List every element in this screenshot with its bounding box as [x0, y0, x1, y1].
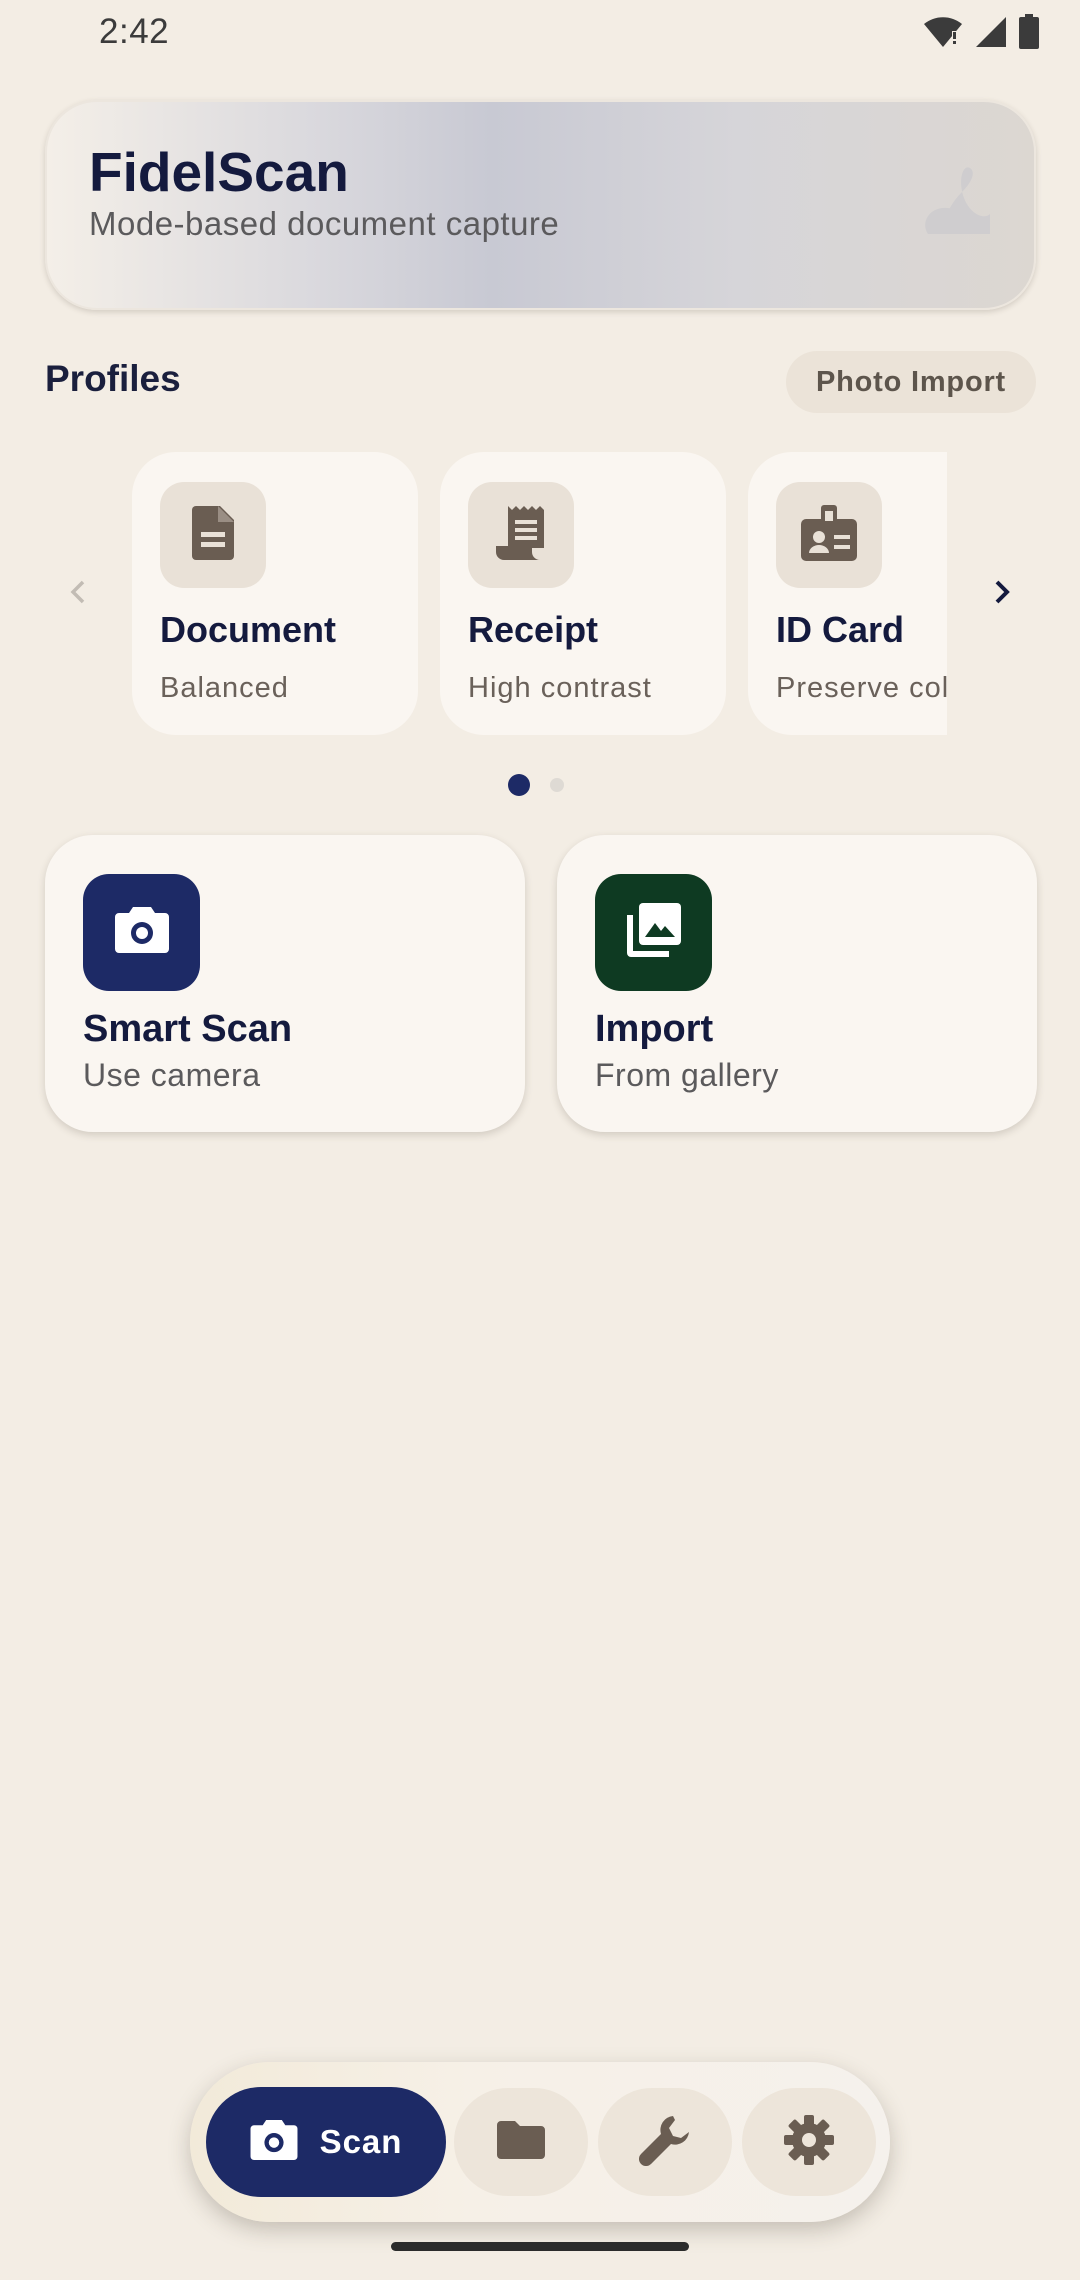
- receipt-icon: [496, 505, 546, 565]
- import-icon-box: [595, 874, 712, 991]
- profile-name: Receipt: [468, 609, 599, 650]
- profiles-heading: Profiles: [45, 358, 181, 399]
- profile-name: ID Card: [776, 609, 905, 650]
- status-time: 2:42: [99, 12, 170, 51]
- carousel-page-indicator: [508, 774, 564, 796]
- nav-scan-button[interactable]: Scan: [206, 2087, 446, 2197]
- smart-scan-title: Smart Scan: [83, 1008, 293, 1050]
- profile-desc: Balanced: [160, 672, 289, 704]
- home-screen: 2:42 FidelScan Mode-based document captu…: [0, 0, 1080, 2280]
- document-icon: [192, 505, 234, 565]
- camera-icon: [250, 2119, 298, 2165]
- nav-tools-button[interactable]: [598, 2088, 732, 2196]
- profile-name: Document: [160, 609, 337, 650]
- smart-scan-card[interactable]: Smart Scan Use camera: [45, 835, 525, 1132]
- profile-desc: Preserve color: [776, 672, 947, 704]
- app-header-card: FidelScan Mode-based document capture: [45, 100, 1036, 310]
- battery-icon: [1018, 14, 1040, 50]
- carousel-next-button[interactable]: [982, 574, 1022, 614]
- signature-icon: [918, 162, 994, 245]
- import-title: Import: [595, 1008, 714, 1050]
- wrench-icon: [638, 2114, 691, 2171]
- chevron-right-icon: [992, 579, 1012, 610]
- camera-icon: [114, 907, 169, 958]
- profile-carousel: Document Balanced Receipt High contrast …: [132, 452, 947, 737]
- folder-icon: [497, 2120, 545, 2164]
- smart-scan-subtitle: Use camera: [83, 1057, 261, 1093]
- gallery-icon: [626, 903, 681, 962]
- profile-card-receipt[interactable]: Receipt High contrast: [440, 452, 726, 735]
- smart-scan-icon-box: [83, 874, 200, 991]
- chevron-left-icon: [68, 579, 88, 610]
- status-bar: 2:42: [0, 0, 1080, 66]
- photo-import-chip[interactable]: Photo Import: [786, 351, 1036, 413]
- carousel-prev-button[interactable]: [58, 574, 98, 614]
- page-dot-active: [508, 774, 530, 796]
- signal-icon: [974, 15, 1008, 49]
- profile-icon-box: [468, 482, 574, 588]
- id-card-icon: [801, 504, 857, 566]
- app-subtitle: Mode-based document capture: [89, 205, 560, 242]
- profile-icon-box: [776, 482, 882, 588]
- app-title: FidelScan: [89, 141, 349, 203]
- nav-scan-label: Scan: [319, 2123, 403, 2160]
- profile-desc: High contrast: [468, 672, 652, 704]
- bottom-navigation: Scan: [190, 2062, 890, 2222]
- settings-icon: [784, 2114, 834, 2170]
- home-indicator[interactable]: [391, 2242, 689, 2251]
- status-icons: [922, 14, 1040, 50]
- wifi-icon: [922, 15, 964, 49]
- nav-files-button[interactable]: [454, 2088, 588, 2196]
- nav-settings-button[interactable]: [742, 2088, 876, 2196]
- import-card[interactable]: Import From gallery: [557, 835, 1037, 1132]
- profile-icon-box: [160, 482, 266, 588]
- page-dot: [550, 778, 564, 792]
- import-subtitle: From gallery: [595, 1057, 779, 1093]
- profile-card-id-card[interactable]: ID Card Preserve color: [748, 452, 947, 735]
- profile-card-document[interactable]: Document Balanced: [132, 452, 418, 735]
